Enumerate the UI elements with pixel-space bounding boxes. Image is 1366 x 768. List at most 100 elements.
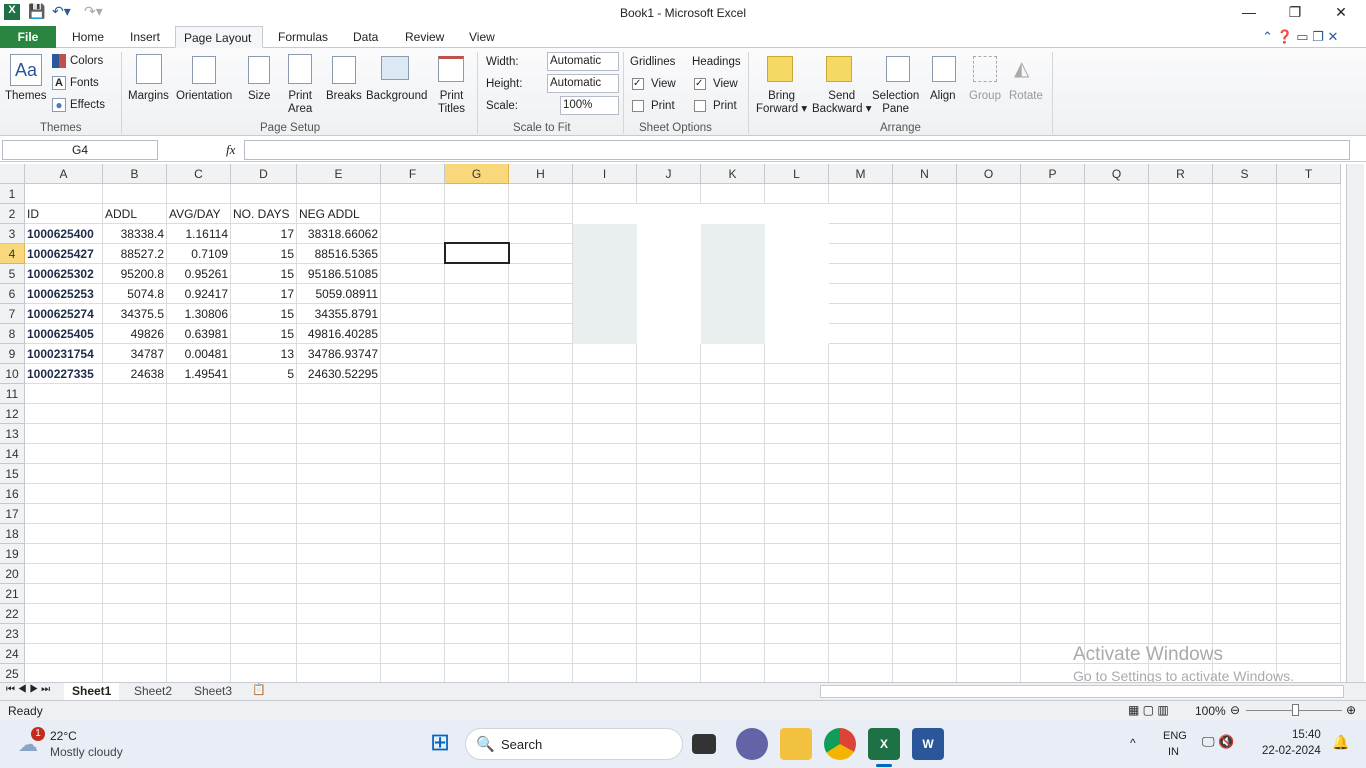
cell-R16[interactable]: [1149, 484, 1213, 504]
cell-N22[interactable]: [893, 604, 957, 624]
cell-G6[interactable]: [445, 284, 509, 304]
cell-D11[interactable]: [231, 384, 297, 404]
cell-N13[interactable]: [893, 424, 957, 444]
rotate-button[interactable]: Rotate: [1009, 90, 1043, 103]
row-header-3[interactable]: 3: [0, 224, 25, 244]
cell-Q16[interactable]: [1085, 484, 1149, 504]
row-header-8[interactable]: 8: [0, 324, 25, 344]
cell-C23[interactable]: [167, 624, 231, 644]
cell-J10[interactable]: [637, 364, 701, 384]
cell-T12[interactable]: [1277, 404, 1341, 424]
cell-C8[interactable]: 0.63981: [167, 324, 231, 344]
cell-A8[interactable]: 1000625405: [25, 324, 103, 344]
cell-F20[interactable]: [381, 564, 445, 584]
cell-K11[interactable]: [701, 384, 765, 404]
tab-formulas[interactable]: Formulas: [270, 26, 336, 48]
select-all-button[interactable]: [0, 164, 25, 184]
cell-G11[interactable]: [445, 384, 509, 404]
cell-A19[interactable]: [25, 544, 103, 564]
cell-P12[interactable]: [1021, 404, 1085, 424]
cell-O7[interactable]: [957, 304, 1021, 324]
cell-D3[interactable]: 17: [231, 224, 297, 244]
cell-K16[interactable]: [701, 484, 765, 504]
column-header-E[interactable]: E: [297, 164, 381, 184]
sheet-tab-sheet1[interactable]: Sheet1: [64, 683, 120, 700]
cell-P10[interactable]: [1021, 364, 1085, 384]
cell-I5[interactable]: [573, 264, 637, 284]
selection-pane-button[interactable]: Selection Pane: [872, 90, 919, 116]
cell-M6[interactable]: [829, 284, 893, 304]
row-header-17[interactable]: 17: [0, 504, 25, 524]
cell-M8[interactable]: [829, 324, 893, 344]
cell-S7[interactable]: [1213, 304, 1277, 324]
cell-D8[interactable]: 15: [231, 324, 297, 344]
cell-D10[interactable]: 5: [231, 364, 297, 384]
cell-S4[interactable]: [1213, 244, 1277, 264]
row-header-11[interactable]: 11: [0, 384, 25, 404]
column-header-M[interactable]: M: [829, 164, 893, 184]
cell-F21[interactable]: [381, 584, 445, 604]
column-header-B[interactable]: B: [103, 164, 167, 184]
breaks-button[interactable]: Breaks: [326, 90, 362, 103]
cell-D12[interactable]: [231, 404, 297, 424]
cell-O25[interactable]: [957, 664, 1021, 684]
row-header-12[interactable]: 12: [0, 404, 25, 424]
cell-T9[interactable]: [1277, 344, 1341, 364]
cell-H14[interactable]: [509, 444, 573, 464]
cell-O4[interactable]: [957, 244, 1021, 264]
cell-M5[interactable]: [829, 264, 893, 284]
print-titles-button[interactable]: Print Titles: [438, 90, 465, 116]
teams-icon[interactable]: [736, 728, 768, 760]
cell-I24[interactable]: [573, 644, 637, 664]
cell-C11[interactable]: [167, 384, 231, 404]
cell-G12[interactable]: [445, 404, 509, 424]
cell-H16[interactable]: [509, 484, 573, 504]
cell-N17[interactable]: [893, 504, 957, 524]
cell-I1[interactable]: [573, 184, 637, 204]
cell-E10[interactable]: 24630.52295: [297, 364, 381, 384]
cell-T6[interactable]: [1277, 284, 1341, 304]
cell-H10[interactable]: [509, 364, 573, 384]
cell-G10[interactable]: [445, 364, 509, 384]
cell-D13[interactable]: [231, 424, 297, 444]
cell-H3[interactable]: [509, 224, 573, 244]
cell-R9[interactable]: [1149, 344, 1213, 364]
cell-F2[interactable]: [381, 204, 445, 224]
cell-Q18[interactable]: [1085, 524, 1149, 544]
cell-P17[interactable]: [1021, 504, 1085, 524]
cell-J1[interactable]: [637, 184, 701, 204]
sheet-tab-sheet3[interactable]: Sheet3: [188, 683, 238, 699]
excel-taskbar-icon[interactable]: X: [868, 728, 900, 760]
cell-O13[interactable]: [957, 424, 1021, 444]
cell-A15[interactable]: [25, 464, 103, 484]
cell-S3[interactable]: [1213, 224, 1277, 244]
cell-O6[interactable]: [957, 284, 1021, 304]
cell-M25[interactable]: [829, 664, 893, 684]
cell-H8[interactable]: [509, 324, 573, 344]
cell-B5[interactable]: 95200.8: [103, 264, 167, 284]
cell-M1[interactable]: [829, 184, 893, 204]
cell-M17[interactable]: [829, 504, 893, 524]
cell-O22[interactable]: [957, 604, 1021, 624]
cell-N19[interactable]: [893, 544, 957, 564]
cell-B19[interactable]: [103, 544, 167, 564]
cell-E4[interactable]: 88516.5365: [297, 244, 381, 264]
cell-Q17[interactable]: [1085, 504, 1149, 524]
cell-F25[interactable]: [381, 664, 445, 684]
cell-B25[interactable]: [103, 664, 167, 684]
cell-L16[interactable]: [765, 484, 829, 504]
bring-forward-button[interactable]: Bring Forward ▾: [756, 90, 807, 116]
cell-D18[interactable]: [231, 524, 297, 544]
cell-P20[interactable]: [1021, 564, 1085, 584]
cell-B23[interactable]: [103, 624, 167, 644]
cell-O19[interactable]: [957, 544, 1021, 564]
cell-G2[interactable]: [445, 204, 509, 224]
cell-D17[interactable]: [231, 504, 297, 524]
cell-S2[interactable]: [1213, 204, 1277, 224]
themes-button[interactable]: Themes: [5, 90, 47, 103]
cell-K20[interactable]: [701, 564, 765, 584]
scale-spinner[interactable]: 100%: [560, 96, 619, 115]
cell-R23[interactable]: [1149, 624, 1213, 644]
cell-C18[interactable]: [167, 524, 231, 544]
cell-F15[interactable]: [381, 464, 445, 484]
